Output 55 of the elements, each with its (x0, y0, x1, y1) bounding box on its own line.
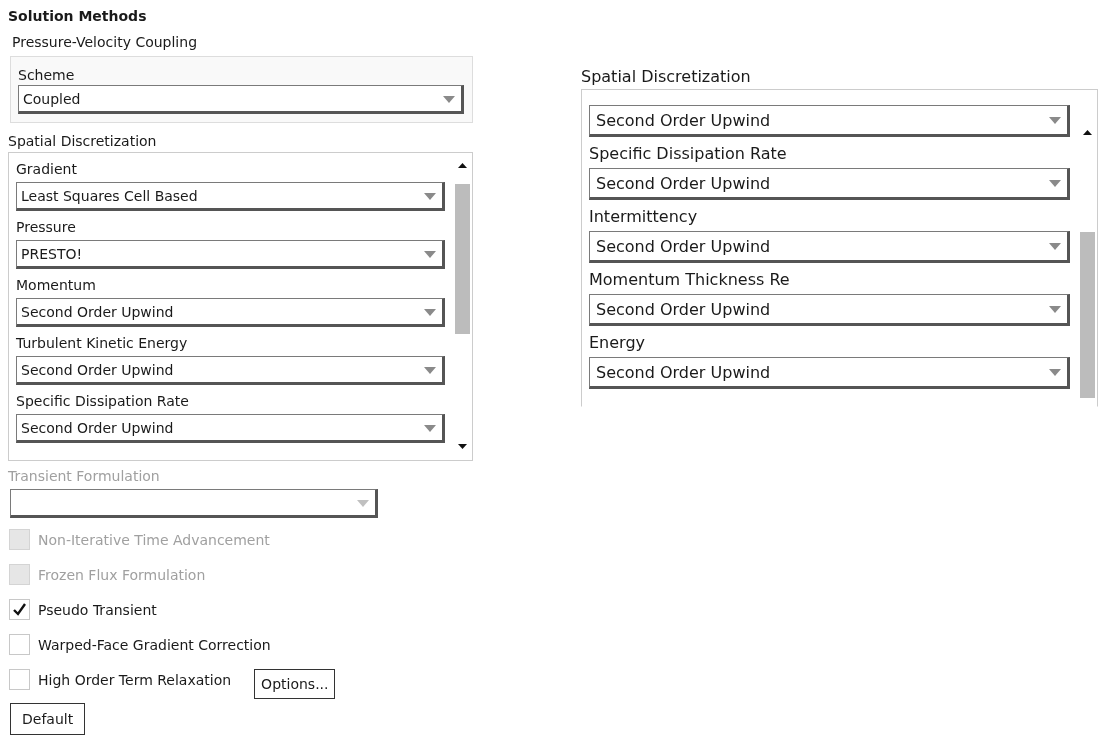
dropdown-caret-icon (443, 95, 455, 103)
field-label: Specific Dissipation Rate (16, 392, 189, 411)
checkmark-icon (13, 603, 26, 616)
checkbox-label: Warped-Face Gradient Correction (38, 635, 271, 655)
field-label: Scheme (18, 66, 75, 85)
checkbox-label: Frozen Flux Formulation (38, 565, 206, 585)
dropdown[interactable]: Second Order Upwind (16, 414, 445, 443)
dropdown[interactable]: Coupled (18, 85, 464, 114)
field-label: Turbulent Kinetic Energy (16, 334, 188, 353)
dropdown-caret-icon (424, 192, 436, 200)
scroll-up-icon[interactable] (1083, 130, 1092, 135)
dropdown-caret-icon (424, 250, 436, 258)
dropdown-caret-icon (1049, 243, 1061, 250)
scrollbar-thumb[interactable] (455, 184, 470, 334)
dropdown-caret-icon (424, 308, 436, 316)
scrollbar-thumb[interactable] (1080, 232, 1095, 398)
dropdown[interactable] (10, 489, 378, 518)
dropdown-caret-icon (424, 366, 436, 374)
section-label: Spatial Discretization (581, 66, 751, 88)
field-label: Specific Dissipation Rate (589, 143, 787, 165)
dropdown[interactable]: Second Order Upwind (589, 105, 1070, 137)
field-label: Pressure (16, 218, 76, 237)
field-label: Momentum (16, 276, 96, 295)
scroll-up-icon[interactable] (458, 163, 467, 168)
page-title: Solution Methods (8, 8, 148, 26)
field-label: Transient Formulation (8, 467, 160, 486)
dropdown[interactable]: Second Order Upwind (589, 294, 1070, 326)
checkbox-label: High Order Term Relaxation (38, 670, 232, 690)
dropdown[interactable]: Second Order Upwind (589, 168, 1070, 200)
dropdown[interactable]: Second Order Upwind (16, 356, 445, 385)
checkbox[interactable] (9, 634, 30, 655)
field-label: Intermittency (589, 206, 698, 228)
dropdown[interactable]: PRESTO! (16, 240, 445, 269)
field-label: Gradient (16, 160, 77, 179)
dropdown-caret-icon (424, 424, 436, 432)
dropdown[interactable]: Second Order Upwind (589, 231, 1070, 263)
dropdown[interactable]: Least Squares Cell Based (16, 182, 445, 211)
dropdown[interactable]: Second Order Upwind (16, 298, 445, 327)
dropdown-caret-icon (1049, 369, 1061, 376)
checkbox-label: Pseudo Transient (38, 600, 157, 620)
dropdown-caret-icon (1049, 180, 1061, 187)
section-label: Pressure-Velocity Coupling (12, 33, 198, 52)
checkbox[interactable] (9, 669, 30, 690)
checkbox-label: Non-Iterative Time Advancement (38, 530, 270, 550)
field-label: Momentum Thickness Re (589, 269, 790, 291)
section-label: Spatial Discretization (8, 132, 157, 151)
dropdown-caret-icon (357, 499, 369, 507)
scroll-down-icon[interactable] (458, 444, 467, 449)
field-label: Energy (589, 332, 645, 354)
default-button[interactable]: Default (10, 703, 86, 735)
dropdown-caret-icon (1049, 117, 1061, 124)
dropdown[interactable]: Second Order Upwind (589, 357, 1070, 389)
dropdown-caret-icon (1049, 306, 1061, 313)
checkbox[interactable] (9, 599, 30, 620)
options-button[interactable]: Options... (254, 668, 336, 699)
